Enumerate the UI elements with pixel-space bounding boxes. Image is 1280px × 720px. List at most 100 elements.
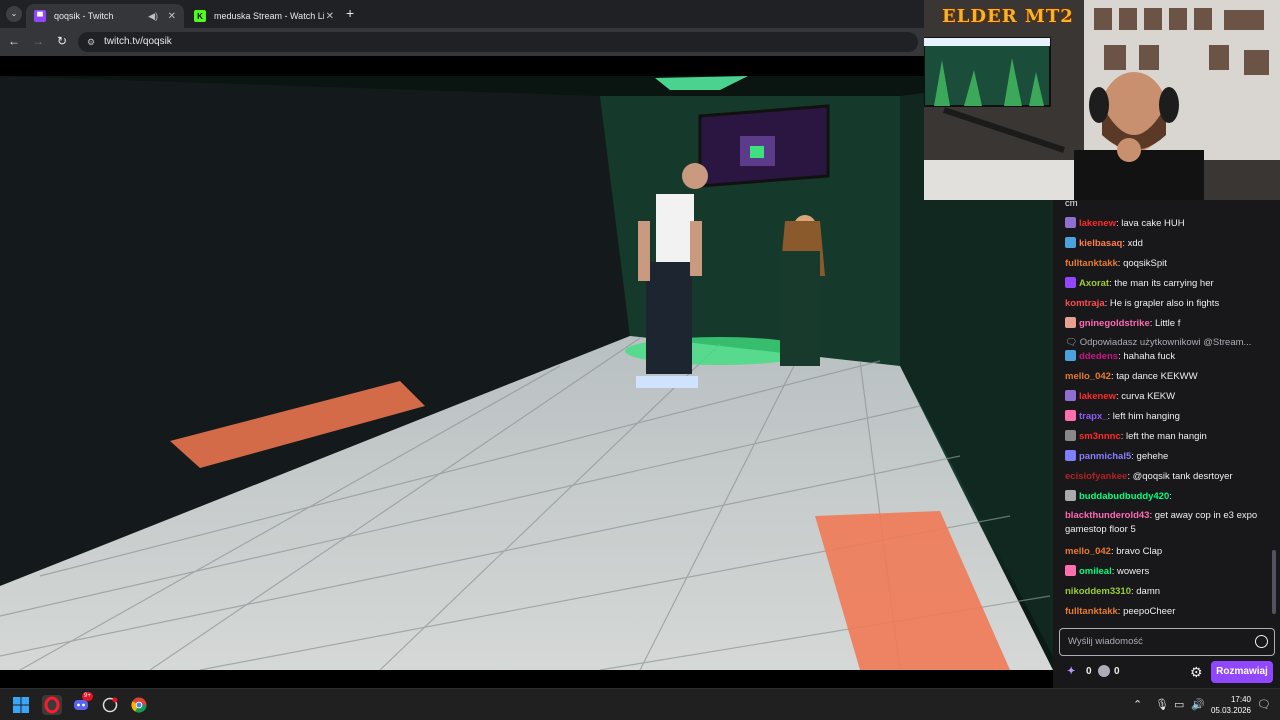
chrome-icon[interactable] [131, 697, 147, 713]
video-bottom-bar [0, 670, 1053, 688]
chat-scrollbar[interactable] [1272, 550, 1276, 614]
chevron-up-icon[interactable]: ⌃ [1133, 698, 1142, 711]
forward-icon[interactable]: → [30, 34, 46, 48]
chat-text: : Little f [1149, 318, 1181, 329]
microphone-icon[interactable]: 🎙 [1155, 698, 1169, 711]
user-badge-icon[interactable] [1065, 565, 1076, 576]
back-icon[interactable]: ← [6, 34, 22, 48]
chat-message: fulltanktakk: qoqsikSpit [1065, 254, 1265, 274]
gear-icon[interactable]: ⚙ [1190, 664, 1203, 681]
windows-start-icon[interactable] [13, 697, 29, 713]
chat-username[interactable]: trapx_ [1079, 411, 1108, 422]
chat-username[interactable]: nikoddem3310 [1065, 586, 1131, 597]
chat-send-button[interactable]: Rozmawiaj [1211, 661, 1273, 683]
user-badge-icon[interactable] [1065, 237, 1076, 248]
chat-text: : hahaha fuck [1118, 351, 1176, 362]
chat-username[interactable]: mello_042 [1065, 371, 1111, 382]
user-badge-icon[interactable] [1065, 390, 1076, 401]
chat-username[interactable]: lakenew [1079, 218, 1116, 229]
chat-username[interactable]: buddabudbuddy420 [1079, 491, 1169, 502]
chat-text: : the man its carrying her [1109, 278, 1214, 289]
system-clock[interactable]: 17:40 05.03.2026 [1207, 694, 1251, 716]
notification-icon[interactable]: 🗨 [1257, 698, 1271, 711]
speaker-icon[interactable]: ◀) [148, 11, 158, 22]
tab-list-button[interactable]: ⌄ [6, 6, 22, 22]
network-icon[interactable]: ▭ [1174, 698, 1184, 711]
stream-video[interactable] [0, 76, 1053, 670]
address-bar[interactable]: ⚙ twitch.tv/qoqsik [78, 32, 918, 52]
webcam-overlay: ELDER MT2 [924, 0, 1280, 200]
chat-username[interactable]: lakenew [1079, 391, 1116, 402]
chat-text: : tap dance KEKWW [1110, 371, 1198, 382]
close-tab-icon[interactable]: ✕ [168, 11, 176, 22]
chat-username[interactable]: omileal [1079, 566, 1112, 577]
opera-icon[interactable] [42, 695, 62, 715]
user-badge-icon[interactable] [1065, 217, 1076, 228]
chat-message: fulltanktakk: peepoCheer [1065, 602, 1265, 622]
chat-text: : curva KEKW [1115, 391, 1176, 402]
chat-text: : xdd [1122, 238, 1143, 249]
user-badge-icon[interactable] [1065, 490, 1076, 501]
user-badge-icon[interactable] [1065, 430, 1076, 441]
discord-badge: 9+ [82, 692, 93, 701]
kick-icon: K [194, 10, 206, 22]
chat-message: buddabudbuddy420: [1065, 487, 1265, 507]
chat-username[interactable]: komtraja [1065, 298, 1105, 309]
reply-text: Odpowiadasz użytkownikowi @Stream... [1079, 337, 1252, 348]
chat-message: ecisiofyankee: @qoqsik tank desrtoyer [1065, 467, 1265, 487]
chat-username[interactable]: gninegoldstrike [1079, 318, 1150, 329]
user-badge-icon[interactable] [1065, 450, 1076, 461]
chat-messages: cm lakenew: lava cake HUH kielbasaq: xdd fu… [1053, 200, 1269, 624]
tab-title: qoqsik - Twitch [54, 11, 114, 21]
reload-icon[interactable]: ↻ [54, 34, 70, 48]
chat-panel: cm lakenew: lava cake HUH kielbasaq: xdd fu… [1053, 200, 1280, 688]
chat-text: : He is grapler also in fights [1104, 298, 1220, 309]
chat-username[interactable]: panmichal5 [1079, 451, 1131, 462]
windows-taskbar: 9+ ⌃ 🎙 ▭ 🔊 17:40 05.03.2026 🗨 [0, 688, 1280, 720]
plus-icon[interactable]: + [346, 6, 354, 20]
chat-username[interactable]: mello_042 [1065, 546, 1111, 557]
chat-text: : bravo Clap [1110, 546, 1163, 557]
chat-text: : left the man hangin [1120, 431, 1207, 442]
user-badge-icon[interactable] [1065, 317, 1076, 328]
emote-picker-icon[interactable] [1255, 635, 1268, 648]
app-icon[interactable] [102, 697, 118, 713]
user-badge-icon[interactable] [1065, 277, 1076, 288]
chat-input-placeholder: Wyślij wiadomość [1068, 636, 1143, 647]
bits-icon[interactable]: ✦ [1067, 666, 1075, 677]
video-top-bar [0, 56, 924, 76]
channel-points-icon[interactable] [1098, 665, 1110, 677]
chat-message: komtraja: He is grapler also in fights [1065, 294, 1265, 314]
chat-username[interactable]: Axorat [1079, 278, 1109, 289]
chat-text: : qoqsikSpit [1117, 258, 1167, 269]
chat-text: : damn [1131, 586, 1161, 597]
user-badge-icon[interactable] [1065, 350, 1076, 361]
close-tab-icon[interactable]: ✕ [326, 11, 334, 22]
chat-message: ddedens: hahaha fuck [1065, 347, 1265, 367]
chat-username[interactable]: fulltanktakk [1065, 606, 1118, 617]
chat-message: sm3nnnc: left the man hangin [1065, 427, 1265, 447]
chat-username[interactable]: ecisiofyankee [1065, 471, 1127, 482]
user-badge-icon[interactable] [1065, 410, 1076, 421]
tab-meduska[interactable]: K meduska Stream - Watch Live o ✕ [186, 4, 342, 28]
chat-message: trapx_: left him hanging [1065, 407, 1265, 427]
chat-message: omileal: wowers [1065, 562, 1265, 582]
chat-text: : lava cake HUH [1115, 218, 1185, 229]
chat-message: mello_042: tap dance KEKWW [1065, 367, 1265, 387]
site-info-icon[interactable]: ⚙ [87, 32, 95, 52]
tab-qoqsik[interactable]: ▀ qoqsik - Twitch ◀) ✕ [26, 4, 184, 28]
chat-message: mello_042: bravo Clap [1065, 542, 1265, 562]
chat-message: gninegoldstrike: Little f [1065, 314, 1265, 334]
chat-username[interactable]: ddedens [1079, 351, 1118, 362]
chat-input[interactable]: Wyślij wiadomość [1059, 628, 1275, 656]
discord-icon[interactable]: 9+ [73, 692, 93, 713]
chat-username[interactable]: blackthunderold43 [1065, 510, 1149, 521]
browser-nav-bar: ← → ↻ ⚙ twitch.tv/qoqsik [0, 28, 924, 56]
chat-username[interactable]: fulltanktakk [1065, 258, 1118, 269]
bits-count: 0 [1086, 666, 1092, 677]
volume-icon[interactable]: 🔊 [1191, 698, 1205, 711]
reply-notice: 🗨 Odpowiadasz użytkownikowi @Stream... [1065, 336, 1265, 350]
chat-username[interactable]: kielbasaq [1079, 238, 1122, 249]
chat-username[interactable]: sm3nnnc [1079, 431, 1121, 442]
chat-text: : left him hanging [1107, 411, 1180, 422]
